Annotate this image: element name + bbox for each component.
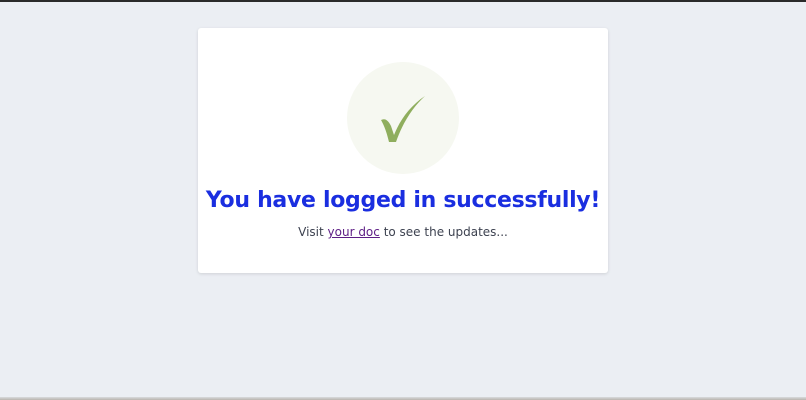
success-title: You have logged in successfully! <box>205 188 601 213</box>
success-message: Visit your doc to see the updates... <box>198 225 608 239</box>
success-card: You have logged in successfully! Visit y… <box>198 28 608 273</box>
checkmark-icon <box>381 96 425 142</box>
success-icon-circle <box>347 62 459 174</box>
message-suffix: to see the updates... <box>379 225 508 239</box>
message-prefix: Visit <box>298 225 328 239</box>
your-doc-link[interactable]: your doc <box>328 225 380 239</box>
window-top-edge <box>0 0 806 2</box>
